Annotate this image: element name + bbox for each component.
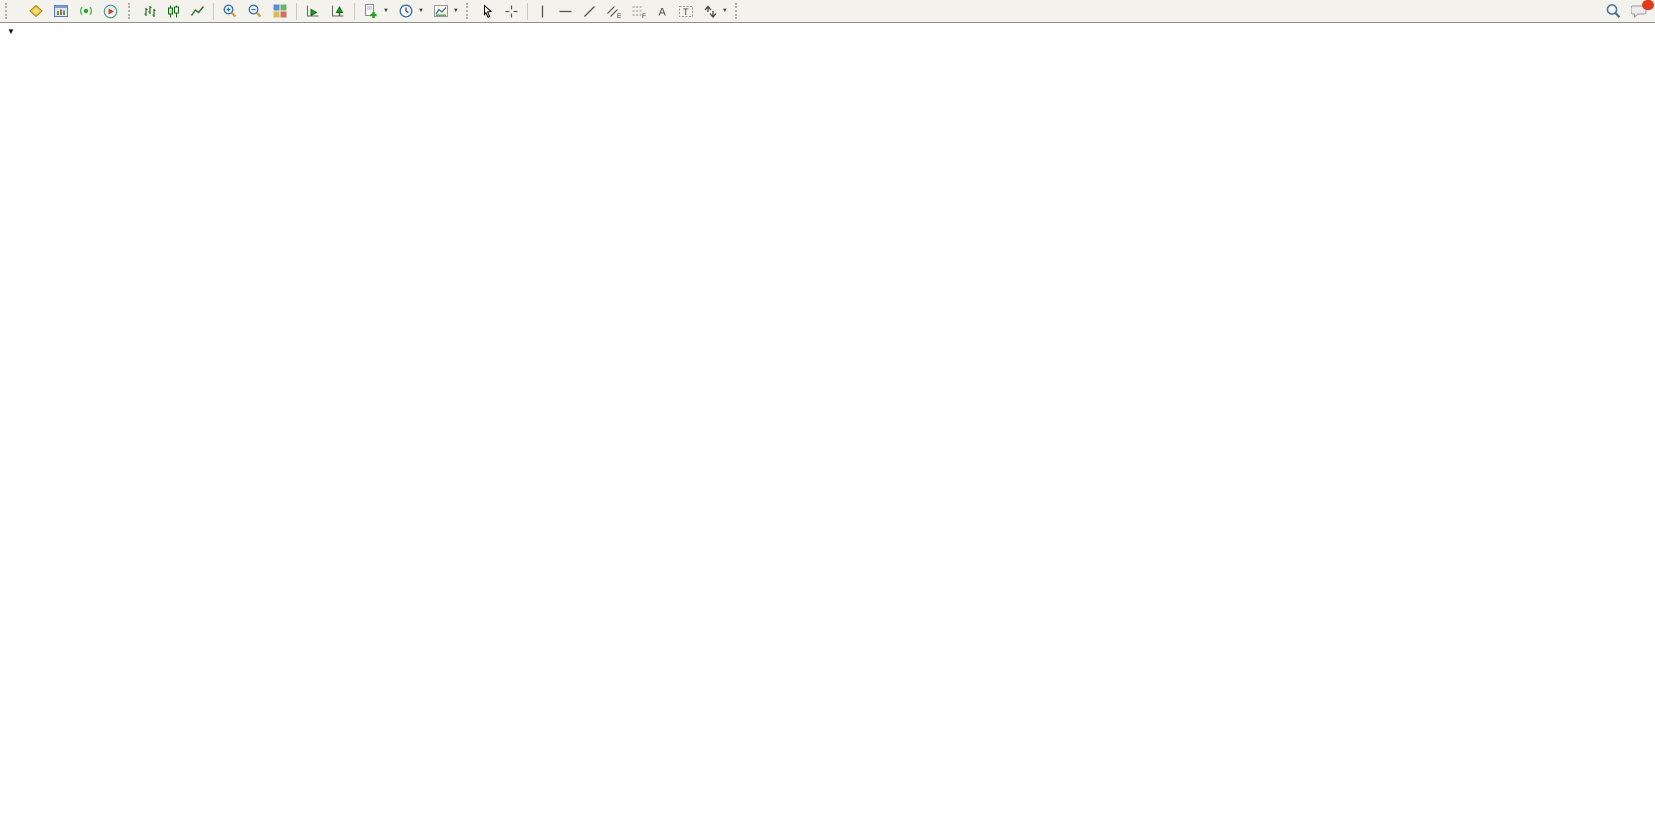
zoom-in-icon <box>222 3 238 19</box>
equidistant-channel-button[interactable]: E <box>602 1 626 21</box>
auto-trading-icon <box>103 4 118 19</box>
templates-dropdown-caret: ▼ <box>453 8 459 14</box>
toolbar-grip[interactable] <box>5 3 10 19</box>
toolbar-separator <box>354 3 355 20</box>
chart-title-bar: ▼ <box>7 27 27 36</box>
auto-trading-button[interactable] <box>99 1 125 21</box>
auto-scroll-button[interactable] <box>301 1 325 21</box>
chart-canvas[interactable] <box>0 0 1655 826</box>
horizontal-line-icon <box>558 4 573 19</box>
line-chart-button[interactable] <box>186 1 209 21</box>
charts-window-button[interactable] <box>49 1 73 21</box>
toolbar-separator <box>527 3 528 20</box>
chart-shift-icon <box>330 3 346 19</box>
crosshair-icon <box>504 4 519 19</box>
trendline-icon <box>582 4 597 19</box>
svg-text:A: A <box>658 6 666 18</box>
toolbar-separator <box>213 3 214 20</box>
zoom-out-button[interactable] <box>243 1 267 21</box>
new-order-button[interactable] <box>15 1 23 21</box>
tile-windows-icon <box>272 3 288 19</box>
clock-icon <box>398 3 414 19</box>
toolbar-separator <box>296 3 297 20</box>
notifications-button[interactable] <box>1627 1 1652 21</box>
trendline-button[interactable] <box>578 1 601 21</box>
cursor-button[interactable] <box>476 1 499 21</box>
chart-window-icon <box>53 3 69 19</box>
text-button[interactable]: A <box>652 1 673 21</box>
gold-icon <box>28 3 44 19</box>
vertical-line-button[interactable] <box>532 1 553 21</box>
text-label-button[interactable]: T <box>674 1 698 21</box>
cursor-icon <box>480 4 495 19</box>
toolbar-grip[interactable] <box>735 3 740 19</box>
text-icon: A <box>656 4 669 19</box>
line-chart-icon <box>190 4 205 19</box>
zoom-in-button[interactable] <box>218 1 242 21</box>
signals-icon <box>78 3 94 19</box>
svg-text:E: E <box>617 13 622 19</box>
auto-scroll-icon <box>305 3 321 19</box>
main-toolbar: ▼ ▼ ▼ E F A T ▼ <box>0 0 1655 23</box>
signals-button[interactable] <box>74 1 98 21</box>
candlestick-chart-icon <box>166 4 181 19</box>
indicators-button[interactable]: ▼ <box>359 1 393 21</box>
search-icon <box>1605 3 1622 20</box>
tile-windows-button[interactable] <box>268 1 292 21</box>
notification-badge <box>1642 0 1654 10</box>
svg-text:F: F <box>642 13 646 19</box>
search-button[interactable] <box>1601 1 1626 21</box>
bar-chart-button[interactable] <box>138 1 161 21</box>
fibonacci-button[interactable]: F <box>627 1 651 21</box>
horizontal-line-button[interactable] <box>554 1 577 21</box>
indicators-add-icon <box>363 3 379 19</box>
chart-collapse-caret[interactable]: ▼ <box>7 27 15 36</box>
fibonacci-icon: F <box>631 4 647 19</box>
text-label-icon: T <box>678 4 694 19</box>
candlestick-chart-button[interactable] <box>162 1 185 21</box>
bar-chart-icon <box>142 4 157 19</box>
templates-button[interactable]: ▼ <box>429 1 463 21</box>
arrows-dropdown-caret: ▼ <box>722 8 728 14</box>
toolbar-grip[interactable] <box>128 3 133 19</box>
periods-dropdown-caret: ▼ <box>418 8 424 14</box>
periods-button[interactable]: ▼ <box>394 1 428 21</box>
indicators-dropdown-caret: ▼ <box>383 8 389 14</box>
gold-button[interactable] <box>24 1 48 21</box>
arrows-icon <box>703 4 718 19</box>
chart-shift-button[interactable] <box>326 1 350 21</box>
zoom-out-icon <box>247 3 263 19</box>
toolbar-grip[interactable] <box>466 3 471 19</box>
arrows-button[interactable]: ▼ <box>699 1 732 21</box>
crosshair-button[interactable] <box>500 1 523 21</box>
svg-text:T: T <box>683 7 689 17</box>
template-chart-icon <box>433 3 449 19</box>
vertical-line-icon <box>536 4 549 19</box>
equidistant-channel-icon: E <box>606 4 622 19</box>
